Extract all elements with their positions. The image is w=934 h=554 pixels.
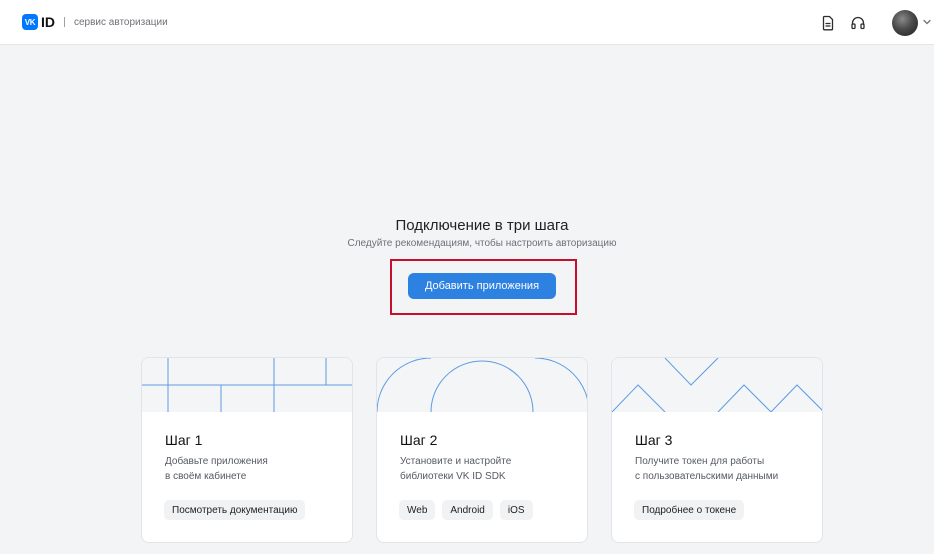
step-3-desc-line: Получите токен для работы [635, 456, 765, 467]
page-title: Подключение в три шага [395, 217, 569, 234]
step-3-description: Получите токен для работы с пользователь… [635, 454, 810, 484]
step-2-desc-line: Установите и настройте [400, 456, 512, 467]
logo-divider [64, 17, 65, 27]
step-3-desc-line: с пользовательскими данными [635, 471, 779, 482]
vk-id-logo[interactable]: VK ID сервис авторизации [22, 14, 168, 30]
vk-logo-icon: VK [22, 14, 38, 30]
step-3-chips: Подробнее о токене [634, 500, 745, 520]
add-applications-button[interactable]: Добавить приложения [408, 273, 556, 299]
step-1-desc-line: Добавьте приложения [165, 456, 268, 467]
headset-icon[interactable] [850, 15, 866, 31]
step-3-title: Шаг 3 [635, 432, 673, 448]
step-2-desc-line: библиотеки VK ID SDK [400, 471, 506, 482]
token-info-chip[interactable]: Подробнее о токене [634, 500, 745, 520]
step-card-3: Шаг 3 Получите токен для работы с пользо… [611, 357, 823, 543]
step-2-description: Установите и настройте библиотеки VK ID … [400, 454, 575, 484]
document-icon[interactable] [820, 15, 836, 31]
avatar[interactable] [892, 10, 918, 36]
page-subtitle: Следуйте рекомендациям, чтобы настроить … [347, 238, 617, 249]
web-chip[interactable]: Web [399, 500, 436, 520]
logo-subtitle: сервис авторизации [74, 16, 168, 28]
step-1-desc-line: в своём кабинете [165, 471, 247, 482]
step-1-chips: Посмотреть документацию [164, 500, 306, 520]
step-2-title: Шаг 2 [400, 432, 438, 448]
step-card-2: Шаг 2 Установите и настройте библиотеки … [376, 357, 588, 543]
android-chip[interactable]: Android [442, 500, 493, 520]
logo-id-text: ID [41, 14, 55, 30]
step-3-illustration [612, 358, 822, 412]
step-1-description: Добавьте приложения в своём кабинете [165, 454, 340, 484]
view-docs-chip[interactable]: Посмотреть документацию [164, 500, 306, 520]
step-2-chips: Web Android iOS [399, 500, 533, 520]
top-header: VK ID сервис авторизации [0, 0, 934, 45]
step-card-1: Шаг 1 Добавьте приложения в своём кабине… [141, 357, 353, 543]
step-2-illustration [377, 358, 587, 412]
step-1-title: Шаг 1 [165, 432, 203, 448]
step-1-illustration [142, 358, 352, 412]
ios-chip[interactable]: iOS [499, 500, 533, 520]
chevron-down-icon[interactable] [922, 18, 932, 26]
